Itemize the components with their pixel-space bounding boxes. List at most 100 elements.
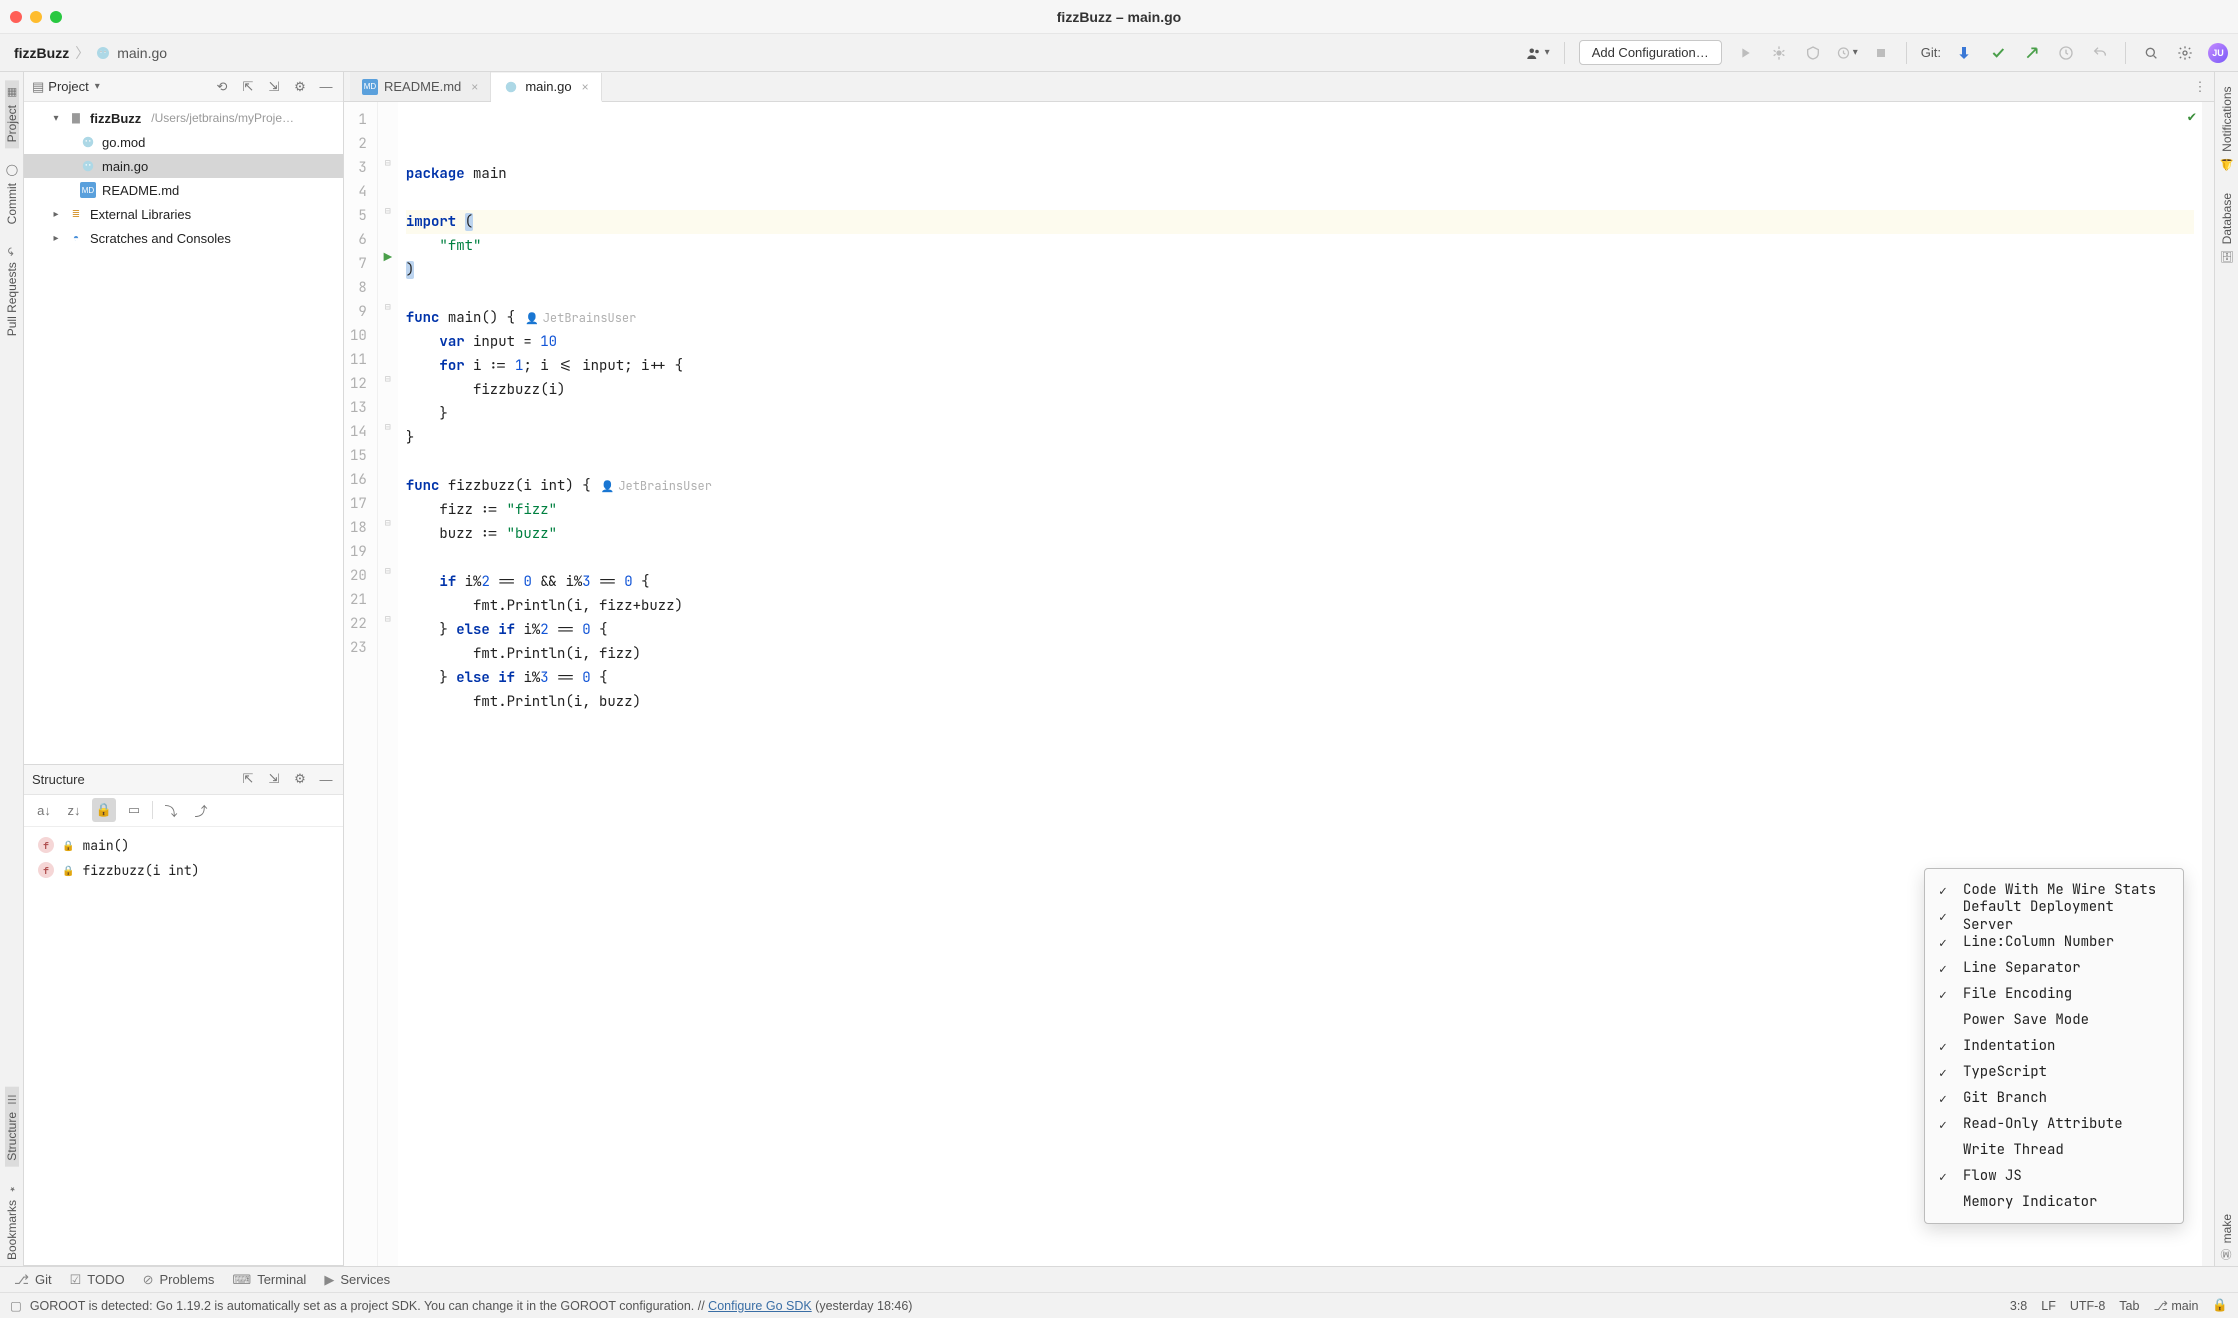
project-file-main-go[interactable]: main.go bbox=[24, 154, 343, 178]
fold-icon[interactable]: ⊟ bbox=[385, 612, 391, 625]
gutter-slot[interactable] bbox=[378, 462, 398, 486]
breadcrumb[interactable]: fizzBuzz 〉 main.go bbox=[14, 43, 167, 63]
editor-scrollbar[interactable] bbox=[2202, 102, 2214, 1266]
add-configuration-button[interactable]: Add Configuration… bbox=[1579, 40, 1722, 65]
fold-icon[interactable]: ⊟ bbox=[385, 156, 391, 169]
code-line[interactable]: fmt.Println(i, buzz) bbox=[406, 690, 2194, 714]
code-editor[interactable]: 1234567891011121314151617181920212223 ⊟⊟… bbox=[344, 102, 2214, 1266]
bottom-problems[interactable]: ⊘Problems bbox=[143, 1272, 215, 1288]
line-number[interactable]: 4 bbox=[350, 180, 367, 204]
code-line[interactable]: "fmt" bbox=[406, 234, 2194, 258]
structure-item[interactable]: f🔒main() bbox=[24, 833, 343, 858]
tool-make[interactable]: Ⓜmake bbox=[2219, 1208, 2235, 1266]
code-line[interactable]: import ( bbox=[406, 210, 2194, 234]
line-number[interactable]: 13 bbox=[350, 396, 367, 420]
code-line[interactable]: buzz := "buzz" bbox=[406, 522, 2194, 546]
line-number[interactable]: 9 bbox=[350, 300, 367, 324]
maximize-window-button[interactable] bbox=[50, 11, 62, 23]
line-separator[interactable]: LF bbox=[2041, 1299, 2056, 1313]
file-encoding[interactable]: UTF-8 bbox=[2070, 1299, 2105, 1313]
line-number[interactable]: 2 bbox=[350, 132, 367, 156]
configure-sdk-link[interactable]: Configure Go SDK bbox=[708, 1299, 812, 1313]
gutter-slot[interactable]: ⊟ bbox=[378, 294, 398, 318]
gutter-slot[interactable] bbox=[378, 126, 398, 150]
expand-all-button[interactable]: ⇱ bbox=[239, 78, 257, 96]
inspection-status-icon[interactable]: ✔ bbox=[2188, 108, 2196, 126]
indentation[interactable]: Tab bbox=[2119, 1299, 2139, 1313]
line-number[interactable]: 3 bbox=[350, 156, 367, 180]
fold-icon[interactable]: ⊟ bbox=[385, 372, 391, 385]
gutter-slot[interactable]: ⊟ bbox=[378, 366, 398, 390]
gutter-slot[interactable] bbox=[378, 102, 398, 126]
line-number[interactable]: 11 bbox=[350, 348, 367, 372]
line-number[interactable]: 12 bbox=[350, 372, 367, 396]
git-update-button[interactable] bbox=[1953, 42, 1975, 64]
sort-visibility-button[interactable]: z↓ bbox=[62, 798, 86, 822]
line-number[interactable]: 7 bbox=[350, 252, 367, 276]
gutter-slot[interactable] bbox=[378, 390, 398, 414]
readonly-icon[interactable]: 🔒 bbox=[2212, 1298, 2228, 1313]
expand-all-button[interactable]: ⇱ bbox=[239, 770, 257, 788]
gutter-slot[interactable] bbox=[378, 342, 398, 366]
project-root-node[interactable]: ▾ ▇ fizzBuzz /Users/jetbrains/myProje… bbox=[24, 106, 343, 130]
run-button[interactable] bbox=[1734, 42, 1756, 64]
code-with-me-button[interactable]: ▾ bbox=[1525, 44, 1550, 62]
project-file-README-md[interactable]: MDREADME.md bbox=[24, 178, 343, 202]
line-number[interactable]: 17 bbox=[350, 492, 367, 516]
code-line[interactable]: } else if i%3 == 0 { bbox=[406, 666, 2194, 690]
line-number[interactable]: 20 bbox=[350, 564, 367, 588]
git-commit-button[interactable] bbox=[1987, 42, 2009, 64]
git-rollback-button[interactable] bbox=[2089, 42, 2111, 64]
git-branch-widget[interactable]: ⎇ main bbox=[2153, 1298, 2198, 1313]
code-line[interactable]: fmt.Println(i, fizz) bbox=[406, 642, 2194, 666]
profile-button[interactable]: ▾ bbox=[1836, 42, 1858, 64]
gutter-slot[interactable]: ⊟ bbox=[378, 558, 398, 582]
line-number[interactable]: 18 bbox=[350, 516, 367, 540]
external-libraries-node[interactable]: ▸ ≣ External Libraries bbox=[24, 202, 343, 226]
project-panel-title[interactable]: ▤ Project ▾ bbox=[32, 79, 100, 95]
code-line[interactable]: package main bbox=[406, 162, 2194, 186]
gutter-slot[interactable] bbox=[378, 438, 398, 462]
project-tree[interactable]: ▾ ▇ fizzBuzz /Users/jetbrains/myProje… g… bbox=[24, 102, 343, 764]
ide-settings-button[interactable] bbox=[2174, 42, 2196, 64]
gutter-slot[interactable] bbox=[378, 486, 398, 510]
panel-settings-button[interactable]: ⚙ bbox=[291, 770, 309, 788]
autoscroll-from-source-button[interactable]: ⤴ bbox=[189, 798, 213, 822]
context-menu-item[interactable]: ✓Line Separator bbox=[1925, 955, 2183, 981]
gutter-slot[interactable]: ⊟ bbox=[378, 198, 398, 222]
code-line[interactable]: if i%2 == 0 && i%3 == 0 { bbox=[406, 570, 2194, 594]
tool-database[interactable]: 🗄Database bbox=[2220, 187, 2234, 270]
gutter-slot[interactable]: ▶ bbox=[378, 246, 398, 270]
tool-structure[interactable]: Structure☰ bbox=[5, 1087, 19, 1167]
show-private-button[interactable]: 🔒 bbox=[92, 798, 116, 822]
group-button[interactable]: ▭ bbox=[122, 798, 146, 822]
fold-icon[interactable]: ⊟ bbox=[385, 564, 391, 577]
bottom-terminal[interactable]: ⌨Terminal bbox=[232, 1272, 306, 1288]
collapse-all-button[interactable]: ⇲ bbox=[265, 78, 283, 96]
code-line[interactable]: } bbox=[406, 426, 2194, 450]
line-number[interactable]: 6 bbox=[350, 228, 367, 252]
code-line[interactable] bbox=[406, 282, 2194, 306]
code-lens[interactable]: 👤JetBrainsUser bbox=[601, 478, 712, 494]
line-number[interactable]: 14 bbox=[350, 420, 367, 444]
line-number[interactable]: 16 bbox=[350, 468, 367, 492]
line-number[interactable]: 15 bbox=[350, 444, 367, 468]
line-number[interactable]: 1 bbox=[350, 108, 367, 132]
structure-list[interactable]: f🔒main()f🔒fizzbuzz(i int) bbox=[24, 827, 343, 889]
user-avatar[interactable]: JU bbox=[2208, 43, 2228, 63]
line-number[interactable]: 22 bbox=[350, 612, 367, 636]
tool-bookmarks[interactable]: Bookmarks⭑ bbox=[5, 1177, 19, 1266]
gutter-slot[interactable]: ⊟ bbox=[378, 606, 398, 630]
code-line[interactable]: var input = 10 bbox=[406, 330, 2194, 354]
line-number[interactable]: 10 bbox=[350, 324, 367, 348]
tool-project[interactable]: Project▦ bbox=[5, 80, 19, 148]
tabs-more-button[interactable]: ⋮ bbox=[2186, 72, 2214, 101]
bottom-services[interactable]: ▶Services bbox=[324, 1272, 390, 1288]
breadcrumb-file[interactable]: main.go bbox=[117, 45, 167, 61]
line-number[interactable]: 5 bbox=[350, 204, 367, 228]
gutter-slot[interactable]: ⊟ bbox=[378, 414, 398, 438]
context-menu-item[interactable]: ✓Default Deployment Server bbox=[1925, 903, 2183, 929]
tool-notifications[interactable]: 🔔Notifications bbox=[2220, 80, 2234, 177]
statusbar-context-menu[interactable]: ✓Code With Me Wire Stats✓Default Deploym… bbox=[1924, 868, 2184, 1224]
context-menu-item[interactable]: ✓Indentation bbox=[1925, 1033, 2183, 1059]
